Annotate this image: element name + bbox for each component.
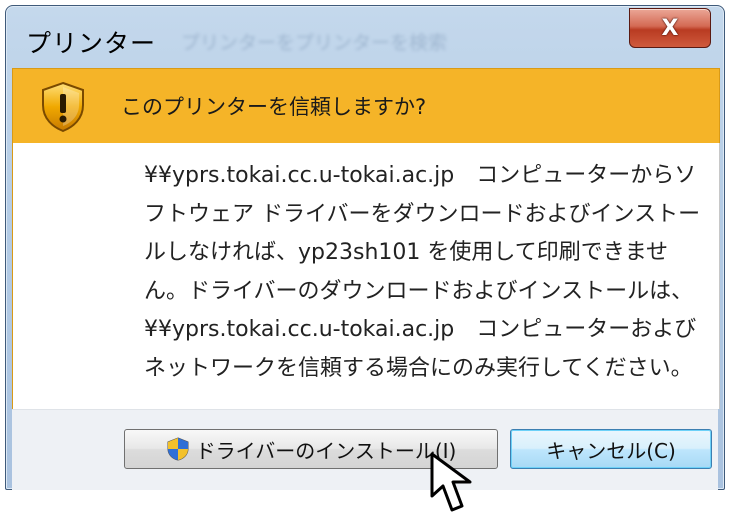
mouse-pointer-icon: [430, 452, 472, 512]
banner-message: このプリンターを信頼しますか?: [121, 95, 427, 119]
shield-warning-icon: [42, 81, 84, 133]
body-line: フトウェア ドライバーをダウンロードおよびインストー: [144, 201, 701, 227]
cancel-button[interactable]: キャンセル(C): [510, 429, 712, 469]
close-icon: X: [661, 15, 679, 41]
uac-shield-icon: [167, 437, 189, 461]
dialog-body: ¥¥yprs.tokai.cc.u-tokai.ac.jp コンピューターからソ…: [12, 143, 720, 409]
close-button[interactable]: X: [629, 8, 711, 48]
window-title: プリンター: [26, 29, 157, 58]
background-window-title: プリンターをプリンターを検索: [181, 32, 448, 54]
button-bar: ドライバーのインストール(I) キャンセル(C): [12, 409, 718, 490]
cancel-button-label: キャンセル(C): [546, 438, 676, 463]
install-button-label: ドライバーのインストール(I): [195, 438, 457, 463]
body-line: ¥¥yprs.tokai.cc.u-tokai.ac.jp コンピューターおよび: [144, 317, 697, 342]
body-line: ネットワークを信頼する場合にのみ実行してください。: [144, 355, 693, 381]
body-line: ルしなければ、yp23sh101 を使用して印刷できませ: [144, 240, 669, 265]
body-line: ん。ドライバーのダウンロードおよびインストールは、: [144, 278, 694, 304]
title-bar[interactable]: プリンター プリンターをプリンターを検索 X: [6, 6, 724, 74]
printer-trust-dialog: プリンター プリンターをプリンターを検索 X このプリンターを信頼しますか? ¥…: [5, 5, 725, 490]
warning-banner: このプリンターを信頼しますか?: [12, 68, 720, 144]
body-message: ¥¥yprs.tokai.cc.u-tokai.ac.jp コンピューターからソ…: [144, 157, 719, 388]
body-line: ¥¥yprs.tokai.cc.u-tokai.ac.jp コンピューターからソ: [144, 163, 697, 188]
